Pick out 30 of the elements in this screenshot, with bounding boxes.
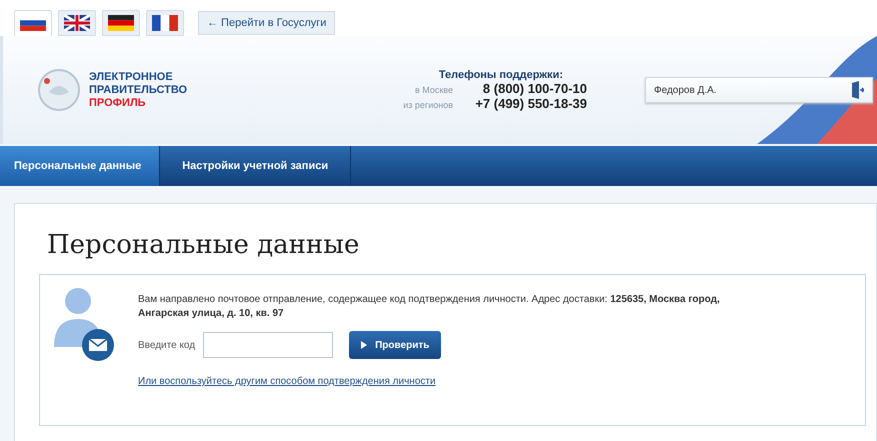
- user-name: Федоров Д.А.: [654, 84, 717, 96]
- logo-subtitle: ПРОФИЛЬ: [89, 96, 147, 110]
- verify-button[interactable]: Проверить: [349, 331, 442, 359]
- support-title: Телефоны поддержки:: [438, 69, 563, 81]
- emblem-icon: [37, 68, 81, 112]
- flag-icon: [152, 15, 178, 31]
- user-mail-icon: [52, 285, 116, 363]
- nav-tab[interactable]: Персональные данные: [0, 146, 160, 186]
- user-box[interactable]: Федоров Д.А.: [645, 77, 873, 103]
- code-label: Введите код: [138, 340, 196, 350]
- flag-icon: [108, 15, 134, 31]
- exit-door-icon[interactable]: [850, 81, 864, 99]
- language-tab[interactable]: [14, 10, 52, 36]
- language-tab[interactable]: [146, 10, 184, 36]
- logo-title: ЭЛЕКТРОННОЕ: [89, 70, 174, 84]
- flag-icon: [64, 15, 90, 31]
- phone-label: в Москве: [414, 85, 453, 95]
- language-tab[interactable]: [102, 10, 140, 36]
- alternative-method-link[interactable]: Или воспользуйтесь другим способом подтверждения личности: [138, 376, 768, 387]
- logo-title: ПРАВИТЕЛЬСТВО: [89, 84, 188, 96]
- nav-tab[interactable]: Настройки учетной записи: [160, 146, 352, 186]
- language-tab[interactable]: [58, 10, 96, 36]
- gosuslugi-link[interactable]: ← Перейти в Госуслуги: [198, 11, 336, 35]
- phone-label: из регионов: [403, 100, 453, 110]
- code-field[interactable]: [203, 332, 334, 358]
- phone-number: +7 (499) 550-18-39: [474, 96, 587, 111]
- page-title: Персональные данные: [47, 230, 360, 260]
- phone-number: 8 (800) 100-70-10: [482, 81, 587, 96]
- notice-text: Вам направлено почтовое отправление, содержащее код подтверждения личности. Адрес доставки: 125635, Москва город, Ангарская улица, д. 10, кв. 97: [138, 293, 721, 321]
- play-icon: [361, 341, 368, 349]
